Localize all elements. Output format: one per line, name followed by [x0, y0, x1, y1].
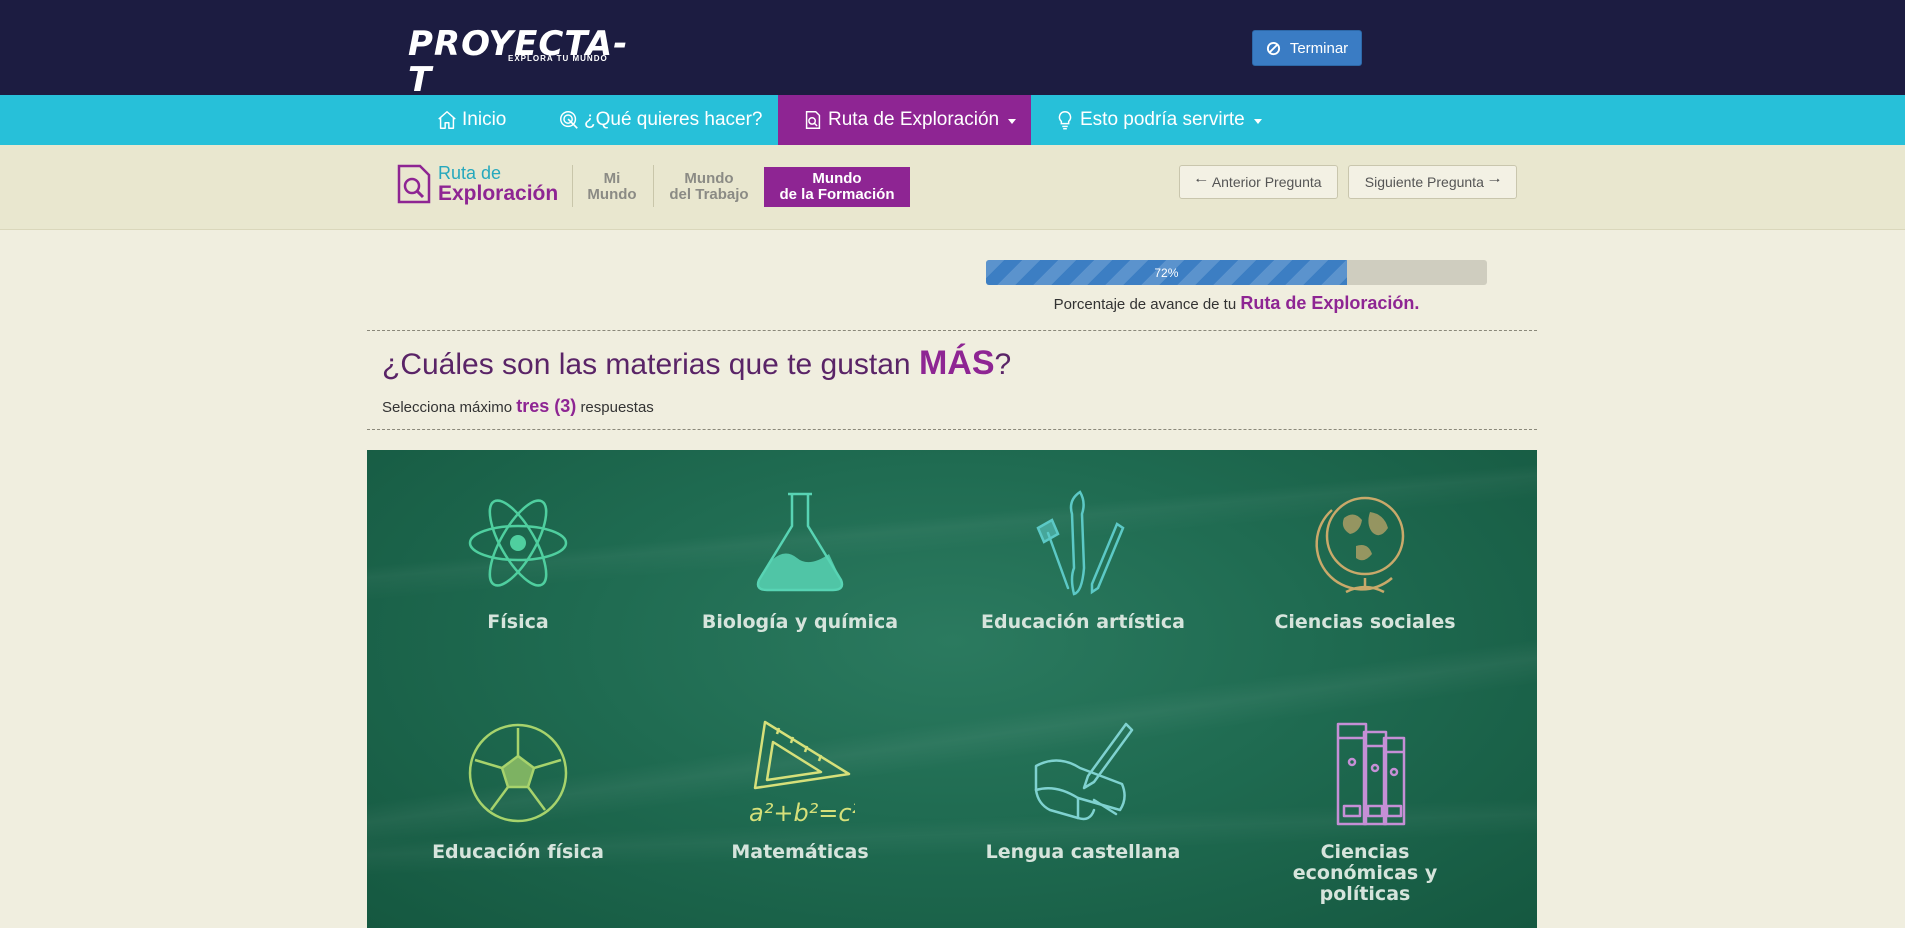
step-mi-mundo[interactable]: Mi Mundo: [582, 167, 642, 207]
instruction-bold: tres (3): [516, 396, 577, 416]
book-pen-icon: [1034, 722, 1134, 821]
art-brushes-icon: [1036, 490, 1125, 596]
progress-label: 72%: [1154, 265, 1179, 280]
globe-icon: [1315, 496, 1405, 594]
question-suffix: ?: [994, 348, 1012, 381]
subject-label: Educación física: [432, 841, 604, 863]
nav-item-label: ¿Qué quieres hacer?: [584, 109, 763, 130]
step-line1: Mundo: [812, 170, 862, 187]
question-instruction: Selecciona máximo tres (3) respuestas: [382, 396, 654, 417]
top-header: PROYECTA-T EXPLORA TU MUNDO Terminar: [0, 0, 1905, 98]
subject-label: Ciencias sociales: [1274, 611, 1456, 633]
nav-item-que-quieres-hacer[interactable]: ¿Qué quieres hacer?: [558, 95, 763, 145]
binders-icon: [1336, 722, 1406, 826]
arrow-left-icon: 🠀: [1195, 172, 1207, 188]
main-nav: Inicio ¿Qué quieres hacer? Ruta de Explo…: [0, 95, 1905, 145]
dashed-divider: [367, 330, 1537, 331]
finish-button[interactable]: Terminar: [1252, 30, 1362, 66]
route-title-line2: Exploración: [438, 182, 559, 205]
search-document-icon: [397, 164, 431, 204]
subject-label: Ciencias económicas y políticas: [1292, 841, 1438, 905]
progress-fill: 72%: [986, 260, 1347, 285]
previous-question-label: Anterior Pregunta: [1211, 174, 1322, 190]
step-line2: del Trabajo: [669, 186, 749, 203]
proyecta-t-logo[interactable]: PROYECTA-T EXPLORA TU MUNDO: [408, 26, 633, 98]
ban-icon: [1266, 41, 1280, 55]
route-bar: Ruta de Exploración Mi Mundo Mundo del T…: [0, 145, 1905, 230]
progress-bar: 72%: [986, 260, 1487, 285]
subject-lengua-castellana[interactable]: Lengua castellana: [973, 718, 1193, 863]
lightbulb-icon: [1058, 111, 1072, 130]
subject-label: Lengua castellana: [985, 841, 1181, 863]
dashed-divider: [367, 429, 1537, 430]
subject-matematicas[interactable]: a²+b²=c² Matemáticas: [690, 718, 910, 863]
nav-item-label: Esto podría servirte: [1080, 109, 1245, 130]
atom-icon: [468, 499, 568, 587]
instruction-prefix: Selecciona máximo: [382, 399, 513, 416]
subject-label: Biología y química: [701, 611, 899, 633]
previous-question-button[interactable]: 🠀 Anterior Pregunta: [1179, 165, 1338, 199]
nav-item-label: Inicio: [462, 109, 507, 130]
subject-ciencias-economicas-politicas[interactable]: Ciencias económicas y políticas: [1255, 718, 1475, 905]
divider: [572, 165, 573, 207]
step-line2: Mundo: [587, 186, 637, 203]
nav-item-esto-podria-servirte[interactable]: Esto podría servirte: [1054, 95, 1262, 145]
step-line2: de la Formación: [779, 186, 895, 203]
step-line1: Mundo: [684, 170, 734, 187]
subject-fisica[interactable]: Física: [408, 488, 628, 633]
next-question-label: Siguiente Pregunta: [1364, 174, 1484, 190]
step-mundo-de-la-formacion[interactable]: Mundo de la Formación: [764, 167, 910, 207]
caret-down-icon: [1008, 118, 1017, 124]
soccer-ball-icon: [468, 723, 568, 823]
progress-caption-prefix: Porcentaje de avance de tu: [1053, 296, 1237, 313]
instruction-suffix: respuestas: [580, 399, 654, 416]
subject-biologia-quimica[interactable]: Biología y química: [690, 488, 910, 633]
question-emphasis: MÁS: [918, 344, 995, 382]
route-title: Ruta de Exploración: [396, 163, 558, 205]
progress-caption-bold: Ruta de Exploración.: [1240, 293, 1420, 313]
caret-down-icon: [1253, 118, 1262, 124]
svg-text:a²+b²=c²: a²+b²=c²: [749, 799, 855, 827]
nav-item-inicio[interactable]: Inicio: [436, 95, 506, 145]
nav-item-ruta-exploracion[interactable]: Ruta de Exploración: [778, 95, 1031, 145]
subject-ciencias-sociales[interactable]: Ciencias sociales: [1255, 488, 1475, 633]
subject-label: Matemáticas: [731, 841, 869, 863]
question-title: ¿Cuáles son las materias que te gustan M…: [382, 344, 1011, 383]
next-question-button[interactable]: Siguiente Pregunta 🠂: [1348, 165, 1517, 199]
subject-label: Física: [487, 611, 549, 633]
nav-item-label: Ruta de Exploración: [828, 109, 1000, 130]
subject-educacion-fisica[interactable]: Educación física: [408, 718, 628, 863]
subject-educacion-artistica[interactable]: Educación artística: [973, 488, 1193, 633]
subject-label: Educación artística: [981, 611, 1185, 633]
subjects-board: Física Biología y química Educación artí…: [367, 450, 1537, 928]
finish-button-label: Terminar: [1289, 39, 1349, 57]
flask-icon: [756, 492, 844, 592]
logo-tagline: EXPLORA TU MUNDO: [508, 54, 608, 63]
step-line1: Mi: [603, 170, 621, 187]
arrow-right-icon: 🠂: [1488, 172, 1501, 188]
route-title-line1: Ruta de: [438, 163, 502, 183]
target-icon: [560, 111, 578, 129]
divider: [653, 165, 654, 207]
question-text: ¿Cuáles son las materias que te gustan: [382, 348, 911, 381]
search-document-icon: [805, 111, 821, 129]
progress-caption: Porcentaje de avance de tu Ruta de Explo…: [986, 293, 1487, 314]
home-icon: [438, 111, 456, 129]
step-mundo-del-trabajo[interactable]: Mundo del Trabajo: [663, 167, 755, 207]
ruler-formula-icon: a²+b²=c²: [749, 720, 855, 827]
